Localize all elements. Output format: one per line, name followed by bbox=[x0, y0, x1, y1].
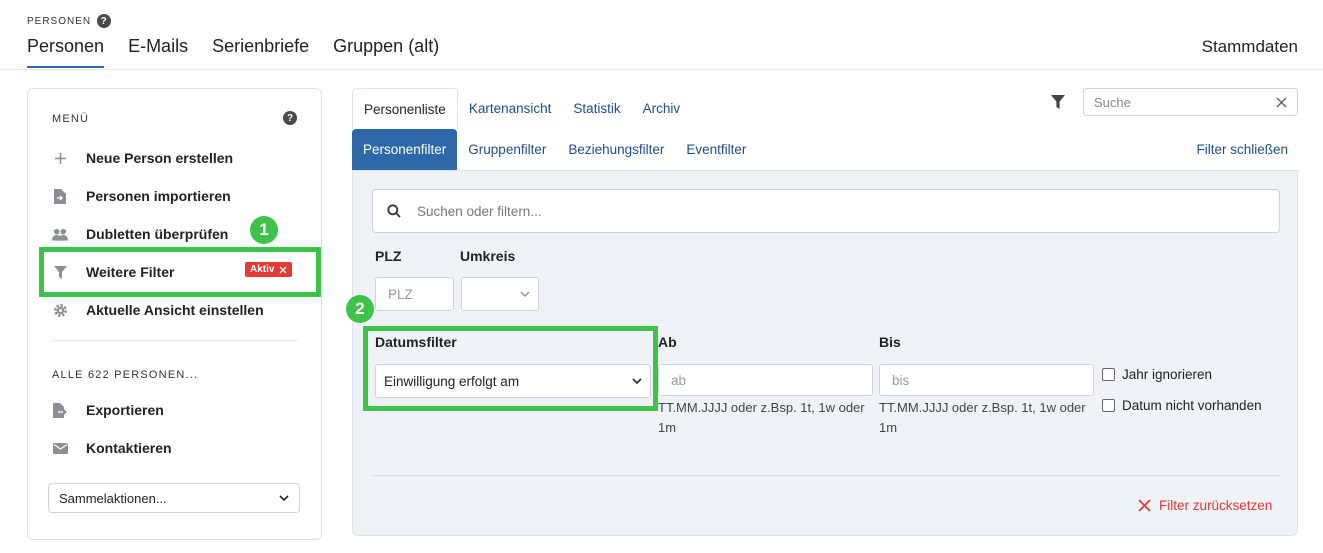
view-tabs: Personenliste Kartenansicht Statistik Ar… bbox=[352, 88, 691, 129]
sidebar-item-label: Personen importieren bbox=[86, 188, 231, 204]
umkreis-label: Umkreis bbox=[460, 248, 516, 264]
header-divider bbox=[0, 69, 1323, 70]
chevron-down-icon bbox=[520, 290, 530, 297]
sidebar-item-ansicht[interactable]: Aktuelle Ansicht einstellen bbox=[52, 302, 264, 318]
filter-tabs: Personenfilter Gruppenfilter Beziehungsf… bbox=[352, 129, 757, 170]
tab-beziehungsfilter[interactable]: Beziehungsfilter bbox=[557, 129, 675, 170]
tab-gruppenfilter[interactable]: Gruppenfilter bbox=[457, 129, 557, 170]
marker-1: 1 bbox=[250, 216, 278, 244]
sidebar-item-label: Kontaktieren bbox=[86, 440, 172, 456]
checkbox-datum-nicht-vorhanden[interactable]: Datum nicht vorhanden bbox=[1102, 398, 1262, 413]
reset-filter-button[interactable]: Filter zurücksetzen bbox=[1138, 498, 1272, 513]
bis-label: Bis bbox=[879, 334, 901, 350]
bulk-actions-value: Sammelaktionen... bbox=[59, 490, 167, 506]
tab-personenfilter[interactable]: Personenfilter bbox=[352, 129, 458, 170]
sidebar-item-exportieren[interactable]: Exportieren bbox=[52, 402, 164, 418]
tab-personen[interactable]: Personen bbox=[27, 36, 105, 68]
filter-search-input[interactable]: Suchen oder filtern... bbox=[372, 189, 1280, 233]
checkbox-label: Datum nicht vorhanden bbox=[1122, 398, 1262, 413]
tab-personenliste[interactable]: Personenliste bbox=[352, 88, 458, 129]
top-search-input[interactable]: Suche bbox=[1083, 88, 1298, 116]
search-icon bbox=[387, 204, 401, 218]
ab-label: Ab bbox=[658, 334, 677, 350]
marker-2: 2 bbox=[346, 295, 374, 323]
sidebar-divider bbox=[52, 340, 298, 341]
sidebar-item-label: Exportieren bbox=[86, 402, 164, 418]
envelope-icon bbox=[52, 440, 68, 456]
bulk-actions-select[interactable]: Sammelaktionen... bbox=[48, 483, 300, 513]
sidebar-item-label: Aktuelle Ansicht einstellen bbox=[86, 302, 264, 318]
ab-input[interactable]: ab bbox=[658, 364, 873, 396]
sidebar: MENÜ ? Neue Person erstellen Personen im… bbox=[27, 88, 322, 540]
tab-archiv[interactable]: Archiv bbox=[632, 88, 692, 129]
sidebar-item-label: Neue Person erstellen bbox=[86, 150, 234, 166]
breadcrumb-label: PERSONEN bbox=[27, 15, 92, 27]
menu-title: MENÜ bbox=[52, 113, 90, 125]
plz-input[interactable]: PLZ bbox=[375, 277, 454, 311]
file-import-icon bbox=[52, 188, 68, 204]
help-icon[interactable]: ? bbox=[97, 14, 112, 28]
tab-eventfilter[interactable]: Eventfilter bbox=[675, 129, 757, 170]
section-title: ALLE 622 PERSONEN... bbox=[52, 369, 199, 381]
sidebar-item-label: Dubletten überprüfen bbox=[86, 226, 229, 242]
sidebar-item-kontaktieren[interactable]: Kontaktieren bbox=[52, 440, 172, 456]
filter-close-link[interactable]: Filter schließen bbox=[1196, 142, 1288, 157]
panel-divider bbox=[372, 475, 1280, 476]
bis-hint: TT.MM.JJJJ oder z.Bsp. 1t, 1w oder 1m bbox=[879, 400, 1086, 435]
clear-icon[interactable] bbox=[1276, 96, 1287, 108]
checkbox-label: Jahr ignorieren bbox=[1122, 367, 1213, 382]
filter-search-placeholder: Suchen oder filtern... bbox=[417, 203, 542, 219]
sidebar-item-neue-person[interactable]: Neue Person erstellen bbox=[52, 150, 233, 166]
top-search-placeholder: Suche bbox=[1094, 94, 1131, 110]
ab-hint: TT.MM.JJJJ oder z.Bsp. 1t, 1w oder 1m bbox=[658, 400, 865, 435]
tab-emails[interactable]: E-Mails bbox=[128, 36, 188, 68]
plus-icon bbox=[52, 150, 68, 166]
plz-label: PLZ bbox=[375, 248, 402, 264]
bis-input[interactable]: bis bbox=[879, 364, 1094, 396]
tab-statistik[interactable]: Statistik bbox=[562, 88, 631, 129]
umkreis-select[interactable] bbox=[461, 277, 539, 311]
highlight-weitere-filter bbox=[39, 247, 321, 297]
breadcrumb: PERSONEN ? bbox=[27, 14, 112, 28]
reset-filter-label: Filter zurücksetzen bbox=[1159, 498, 1273, 513]
sidebar-item-importieren[interactable]: Personen importieren bbox=[52, 188, 231, 204]
chevron-down-icon bbox=[279, 494, 289, 501]
tab-kartenansicht[interactable]: Kartenansicht bbox=[458, 88, 563, 129]
main-tabs: Personen E-Mails Serienbriefe Gruppen (a… bbox=[27, 36, 439, 68]
close-icon bbox=[1138, 499, 1151, 512]
tab-serienbriefe[interactable]: Serienbriefe bbox=[212, 36, 309, 68]
users-icon bbox=[52, 226, 68, 242]
highlight-datumsfilter bbox=[363, 326, 658, 411]
checkbox-box[interactable] bbox=[1102, 368, 1115, 381]
menu-help-icon[interactable]: ? bbox=[283, 111, 297, 125]
gear-icon bbox=[52, 302, 68, 318]
checkbox-box[interactable] bbox=[1102, 399, 1115, 412]
checkbox-jahr-ignorieren[interactable]: Jahr ignorieren bbox=[1102, 367, 1212, 382]
filter-toggle-icon[interactable] bbox=[1051, 95, 1065, 114]
stammdaten-link[interactable]: Stammdaten bbox=[1202, 37, 1298, 57]
file-export-icon bbox=[52, 402, 68, 418]
tab-gruppen-alt[interactable]: Gruppen (alt) bbox=[333, 36, 439, 68]
sidebar-item-dubletten[interactable]: Dubletten überprüfen bbox=[52, 226, 228, 242]
